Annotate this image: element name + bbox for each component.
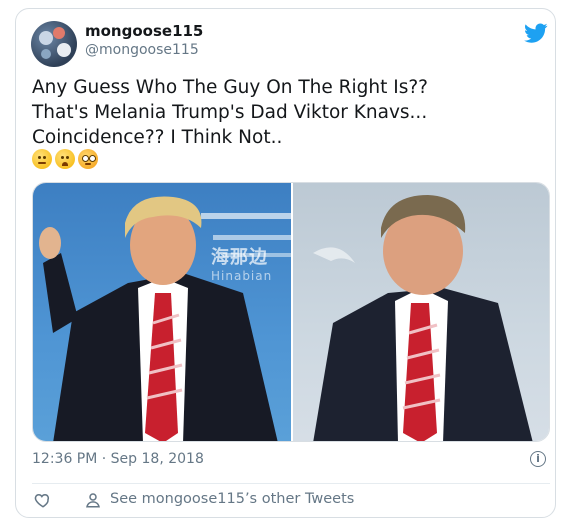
avatar[interactable] [31,21,77,67]
watermark: 海那边 Hinabian [211,247,273,283]
divider [32,483,550,484]
tweet-timestamp[interactable]: 12:36 PM · Sep 18, 2018 [32,451,204,467]
tweet-photo[interactable]: 海那边 Hinabian [32,182,550,442]
tweet-card: mongoose115 @mongoose115 Any Guess Who T… [15,8,556,518]
photo-left-figure [39,196,291,441]
heart-icon[interactable] [34,491,52,509]
flushed-face-emoji-icon [78,149,98,169]
neutral-face-emoji-icon [32,149,52,169]
author-handle[interactable]: @mongoose115 [85,42,199,58]
photo-left-panel: 海那边 Hinabian [33,183,291,441]
tweet-text: Any Guess Who The Guy On The Right Is?? … [32,75,542,150]
tweet-text-line: Any Guess Who The Guy On The Right Is?? [32,77,428,98]
photo-right-figure [313,195,533,441]
other-tweets-link[interactable]: See mongoose115’s other Tweets [110,491,354,507]
worried-face-emoji-icon [55,149,75,169]
emoji-row [32,149,98,171]
info-icon[interactable]: i [530,451,546,467]
person-icon[interactable] [84,491,102,509]
author-name[interactable]: mongoose115 [85,22,203,40]
twitter-bird-icon[interactable] [524,21,548,45]
photo-right-panel [293,183,549,441]
tweet-text-line: Coincidence?? I Think Not.. [32,127,283,148]
tweet-text-line: That's Melania Trump's Dad Viktor Knavs.… [32,102,428,123]
